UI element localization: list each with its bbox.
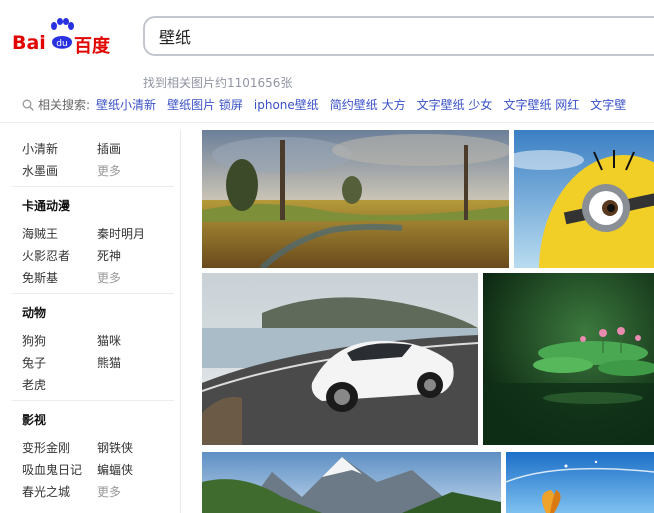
sidebar-divider	[12, 186, 174, 187]
category-item[interactable]: 小清新	[22, 140, 58, 157]
fantasy-landscape-thumbnail[interactable]	[202, 130, 509, 268]
category-item[interactable]: 秦时明月	[97, 225, 145, 242]
butterfly-sky-thumbnail[interactable]	[506, 452, 654, 513]
minion-thumbnail[interactable]	[514, 130, 654, 268]
category-item[interactable]: 春光之城	[22, 483, 70, 500]
category-item[interactable]: 熊猫	[97, 354, 121, 371]
related-link[interactable]: 文字壁	[590, 98, 626, 112]
category-title: 动物	[22, 306, 47, 320]
category-item[interactable]: 插画	[97, 140, 121, 157]
search-input[interactable]	[159, 26, 639, 45]
category-item[interactable]: 火影忍者	[22, 247, 70, 264]
category-item[interactable]: 狗狗	[22, 332, 46, 349]
category-item[interactable]: 兔子	[22, 354, 46, 371]
sidebar-divider	[12, 400, 174, 401]
related-searches: 相关搜索: 壁纸小清新 壁纸图片 锁屏 iphone壁纸 简约壁纸 大方 文字壁纸 少女文…	[22, 96, 637, 114]
category-item[interactable]: 变形金刚	[22, 439, 70, 456]
category-item[interactable]: 吸血鬼日记	[22, 461, 82, 478]
white-sports-car-thumbnail[interactable]	[202, 273, 478, 445]
more-link[interactable]: 更多	[97, 269, 121, 286]
category-item[interactable]: 海贼王	[22, 225, 58, 242]
related-link[interactable]: 壁纸小清新	[96, 98, 156, 112]
related-link[interactable]: 文字壁纸 网红	[503, 98, 579, 112]
related-link[interactable]: iphone壁纸	[254, 98, 319, 112]
lotus-pond-thumbnail[interactable]	[483, 273, 654, 445]
category-item[interactable]: 老虎	[22, 376, 46, 393]
related-link[interactable]: 简约壁纸 大方	[330, 98, 406, 112]
baidu-logo[interactable]: Bai du 百度	[12, 18, 116, 58]
category-item[interactable]: 免斯基	[22, 269, 58, 286]
related-link[interactable]: 文字壁纸 少女	[417, 98, 493, 112]
sidebar-divider	[12, 293, 174, 294]
category-item[interactable]: 猫咪	[97, 332, 121, 349]
header-divider	[0, 122, 654, 123]
mountain-thumbnail[interactable]	[202, 452, 501, 513]
logo-text-chinese: 百度	[74, 36, 110, 57]
category-item[interactable]: 死神	[97, 247, 121, 264]
result-count: 找到相关图片约1101656张	[143, 76, 293, 90]
category-item[interactable]: 水墨画	[22, 162, 58, 179]
category-sidebar: 小清新 插画 水墨画 更多 卡通动漫 海贼王 秦时明月 火影忍者 死神 免斯基 …	[0, 130, 181, 513]
search-icon	[22, 99, 34, 111]
logo-text-bai: Bai	[12, 32, 46, 54]
related-label: 相关搜索:	[38, 98, 91, 112]
category-item[interactable]: 钢铁侠	[97, 439, 133, 456]
category-item[interactable]: 蝙蝠侠	[97, 461, 133, 478]
paw-icon: du	[51, 18, 74, 49]
logo-text-du: du	[56, 39, 67, 49]
search-box[interactable]	[143, 16, 654, 56]
more-link[interactable]: 更多	[97, 483, 121, 500]
more-link[interactable]: 更多	[97, 162, 121, 179]
related-link[interactable]: 壁纸图片 锁屏	[167, 98, 243, 112]
category-title: 卡通动漫	[22, 199, 71, 213]
category-title: 影视	[22, 413, 47, 427]
